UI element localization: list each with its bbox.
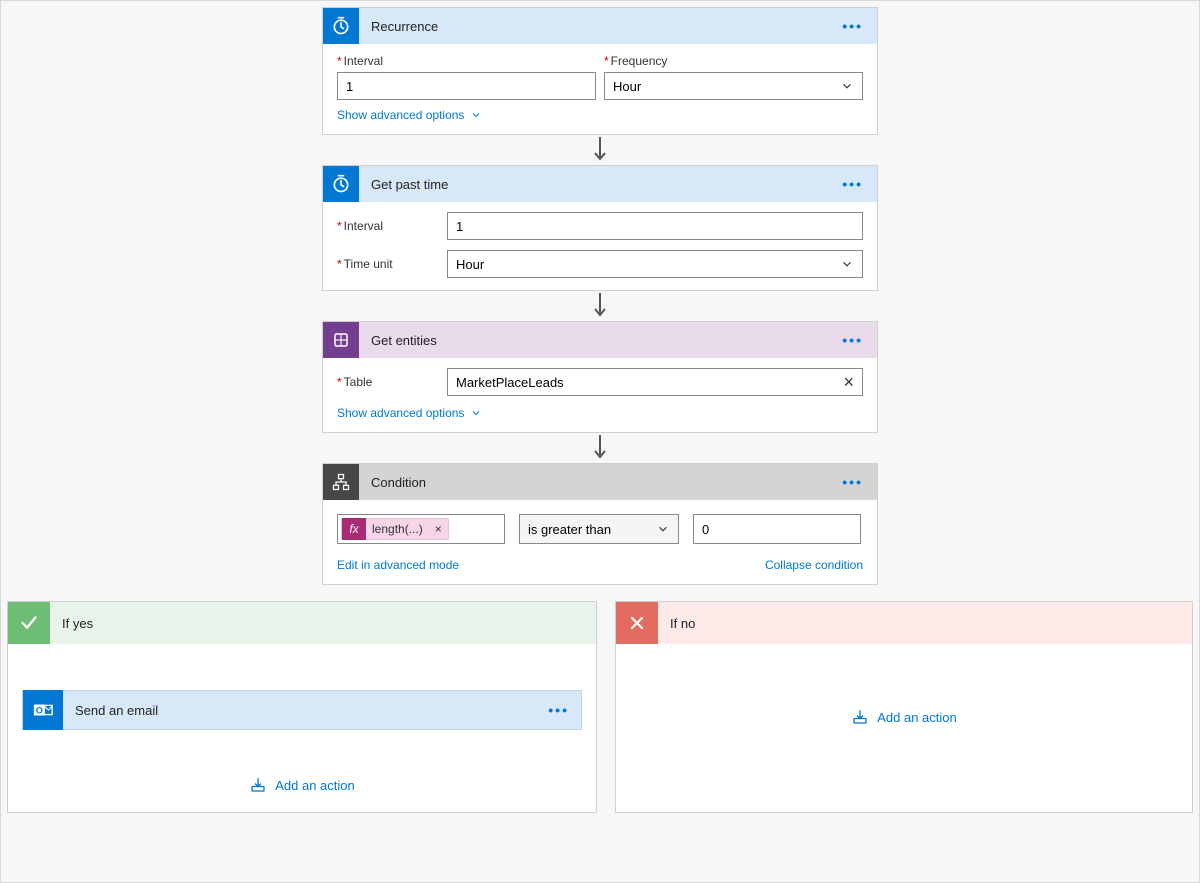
chevron-down-icon — [840, 79, 854, 93]
chevron-down-icon — [840, 257, 854, 271]
get-past-time-title: Get past time — [371, 177, 448, 192]
get-past-time-menu-icon[interactable]: ••• — [842, 176, 863, 192]
send-email-action[interactable]: O Send an email ••• — [22, 690, 582, 730]
collapse-condition-link[interactable]: Collapse condition — [765, 558, 863, 572]
gpt-timeunit-select[interactable]: Hour — [447, 250, 863, 278]
condition-header[interactable]: Condition ••• — [323, 464, 877, 500]
condition-value-input[interactable]: 0 — [693, 514, 861, 544]
get-entities-title: Get entities — [371, 333, 437, 348]
condition-branches: If yes O Send an email ••• Add an action — [7, 601, 1193, 813]
if-no-header[interactable]: If no — [616, 602, 1192, 644]
entities-show-advanced-link[interactable]: Show advanced options — [337, 406, 863, 420]
flow-canvas: Recurrence ••• *Interval 1 *Frequency Ho… — [1, 1, 1199, 882]
gpt-timeunit-label: *Time unit — [337, 257, 447, 271]
check-icon — [8, 602, 50, 644]
get-entities-header[interactable]: Get entities ••• — [323, 322, 877, 358]
get-past-time-card: Get past time ••• *Interval 1 *Time unit… — [322, 165, 878, 291]
add-action-button-no[interactable]: Add an action — [851, 708, 957, 726]
if-yes-header[interactable]: If yes — [8, 602, 596, 644]
clock-icon — [323, 166, 359, 202]
svg-text:O: O — [36, 706, 43, 716]
if-no-title: If no — [670, 616, 695, 631]
condition-expression-input[interactable]: fx length(...) × — [337, 514, 505, 544]
gpt-interval-label: *Interval — [337, 219, 447, 233]
interval-label: *Interval — [337, 54, 596, 68]
remove-expression-icon[interactable]: × — [429, 522, 448, 536]
add-action-button-yes[interactable]: Add an action — [249, 776, 355, 794]
if-no-branch: If no Add an action — [615, 601, 1193, 813]
chevron-down-icon — [656, 522, 670, 536]
if-yes-branch: If yes O Send an email ••• Add an action — [7, 601, 597, 813]
branch-icon — [323, 464, 359, 500]
flow-arrow-icon — [592, 135, 608, 165]
condition-card: Condition ••• fx length(...) × is greate… — [322, 463, 878, 585]
get-past-time-header[interactable]: Get past time ••• — [323, 166, 877, 202]
expression-text: length(...) — [366, 522, 429, 536]
gpt-interval-input[interactable]: 1 — [447, 212, 863, 240]
send-email-title: Send an email — [75, 703, 548, 718]
condition-title: Condition — [371, 475, 426, 490]
get-entities-menu-icon[interactable]: ••• — [842, 332, 863, 348]
table-label: *Table — [337, 375, 447, 389]
fx-icon: fx — [342, 518, 366, 540]
interval-input[interactable]: 1 — [337, 72, 596, 100]
recurrence-show-advanced-link[interactable]: Show advanced options — [337, 108, 863, 122]
condition-menu-icon[interactable]: ••• — [842, 474, 863, 490]
recurrence-menu-icon[interactable]: ••• — [842, 18, 863, 34]
clock-icon — [323, 8, 359, 44]
send-email-menu-icon[interactable]: ••• — [548, 702, 569, 718]
recurrence-header[interactable]: Recurrence ••• — [323, 8, 877, 44]
table-input[interactable]: MarketPlaceLeads × — [447, 368, 863, 396]
edit-advanced-mode-link[interactable]: Edit in advanced mode — [337, 558, 459, 572]
close-icon — [616, 602, 658, 644]
if-yes-title: If yes — [62, 616, 93, 631]
recurrence-title: Recurrence — [371, 19, 438, 34]
frequency-select[interactable]: Hour — [604, 72, 863, 100]
close-icon[interactable]: × — [843, 372, 854, 393]
outlook-icon: O — [23, 690, 63, 730]
get-entities-card: Get entities ••• *Table MarketPlaceLeads… — [322, 321, 878, 433]
condition-operator-select[interactable]: is greater than — [519, 514, 679, 544]
recurrence-card: Recurrence ••• *Interval 1 *Frequency Ho… — [322, 7, 878, 135]
flow-arrow-icon — [592, 433, 608, 463]
grid-icon — [323, 322, 359, 358]
flow-arrow-icon — [592, 291, 608, 321]
expression-pill[interactable]: fx length(...) × — [341, 518, 449, 540]
frequency-label: *Frequency — [604, 54, 863, 68]
